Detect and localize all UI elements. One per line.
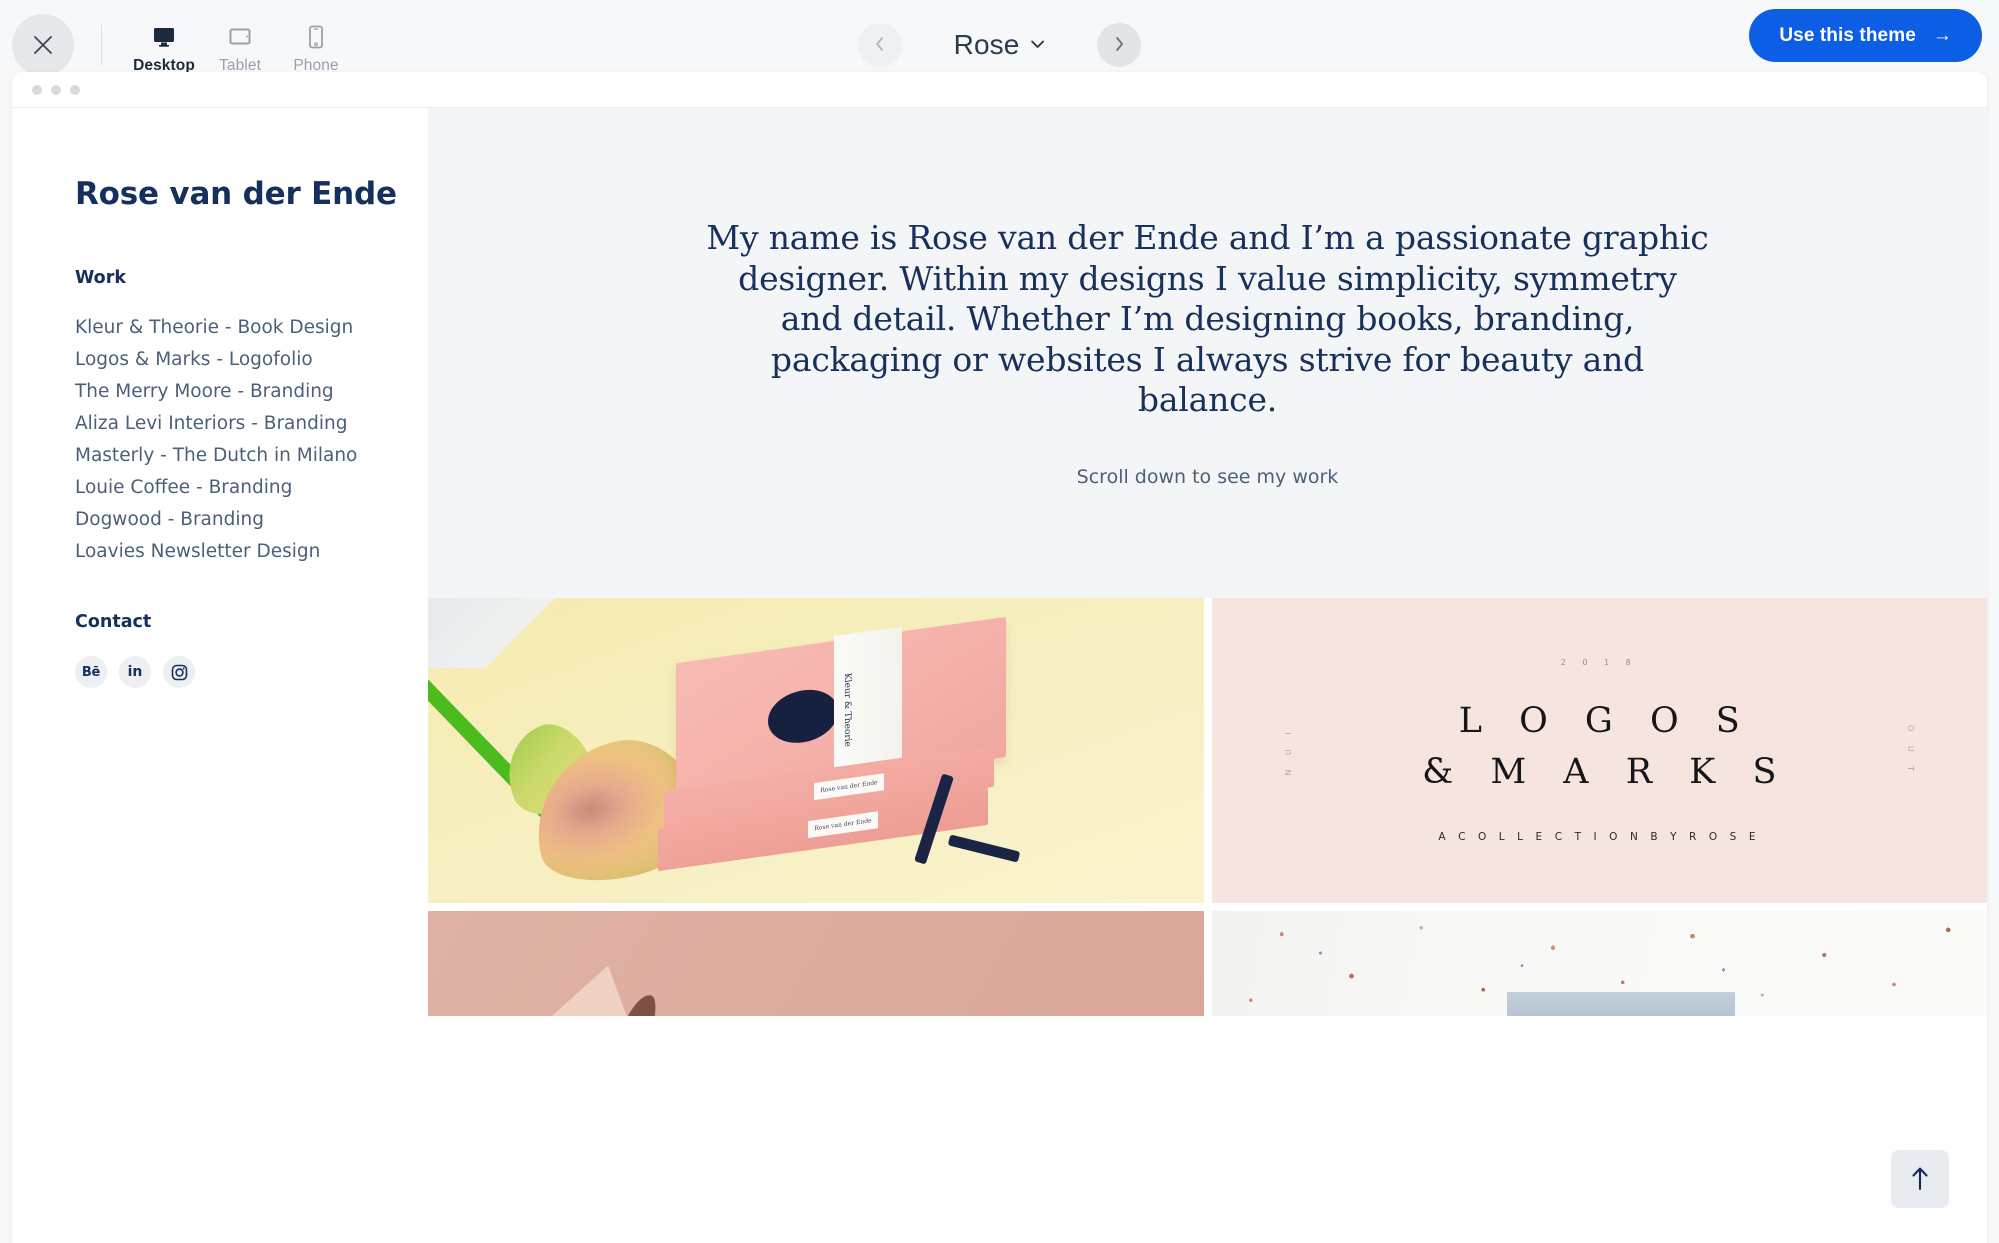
chevron-right-icon [1112, 36, 1126, 55]
sidebar-item-aliza-levi[interactable]: Aliza Levi Interiors - Branding [75, 408, 428, 440]
browser-chrome-bar [12, 72, 1987, 108]
poster-side-text-right: O U T [1906, 724, 1915, 777]
terrazzo-photo [1211, 911, 1987, 1016]
nav-group-heading-contact: Contact [75, 612, 152, 632]
sidebar-item-logos-marks[interactable]: Logos & Marks - Logofolio [75, 344, 428, 376]
poster-year: 2 0 1 8 [1560, 658, 1638, 668]
device-option-tablet[interactable]: Tablet [202, 16, 278, 75]
toolbar-divider [101, 25, 102, 65]
hero-paragraph: My name is Rose van der Ende and I’m a p… [706, 218, 1709, 420]
chrome-dot-close [32, 84, 42, 95]
chevron-down-icon [1030, 36, 1045, 54]
site-main: My name is Rose van der Ende and I’m a p… [428, 108, 1987, 1243]
arrow-right-icon: → [1932, 24, 1952, 46]
sidebar-item-dogwood[interactable]: Dogwood - Branding [75, 504, 428, 536]
close-preview-button[interactable] [12, 14, 74, 76]
gallery-tile-terrazzo[interactable] [1211, 911, 1987, 1016]
gallery-tile-kleur-theorie[interactable]: Kleur & Theorie Rose van der Ende Rose v… [428, 598, 1204, 903]
site-sidebar: Rose van der Ende Work Kleur & Theorie -… [12, 108, 428, 1243]
theme-name-dropdown[interactable]: Rose [902, 29, 1098, 61]
previous-theme-button[interactable] [857, 23, 902, 67]
gallery-tile-leaf-shadow[interactable] [428, 911, 1204, 1016]
poster-subtitle: A C O L L E C T I O N B Y R O S E [1438, 830, 1761, 843]
arrow-up-icon [1910, 1165, 1930, 1194]
theme-preview-window: Rose van der Ende Work Kleur & Theorie -… [12, 72, 1987, 1243]
book-spine-text-middle: Rose van der Ende [820, 779, 878, 795]
book-band-title: Kleur & Theorie [842, 672, 852, 748]
linkedin-label: in [127, 664, 143, 680]
sidebar-item-masterly[interactable]: Masterly - The Dutch in Milano [75, 440, 428, 472]
book-spine-text-bottom: Rose van der Ende [814, 817, 872, 833]
sidebar-item-merry-moore[interactable]: The Merry Moore - Branding [75, 376, 428, 408]
book-spine-label-bottom: Rose van der Ende [808, 811, 878, 839]
chevron-left-icon [873, 36, 887, 55]
site-preview: Rose van der Ende Work Kleur & Theorie -… [12, 108, 1987, 1243]
sidebar-item-kleur-theorie[interactable]: Kleur & Theorie - Book Design [75, 312, 428, 344]
behance-icon[interactable]: Bē [75, 656, 107, 688]
device-option-desktop[interactable]: Desktop [126, 16, 202, 75]
poster-line-two: & M A R K S [1422, 752, 1790, 792]
leaf-shadow-photo [428, 911, 1204, 1016]
work-gallery: Kleur & Theorie Rose van der Ende Rose v… [428, 598, 1987, 1016]
linkedin-icon[interactable]: in [119, 656, 151, 688]
terrazzo-slab [1506, 992, 1735, 1016]
sidebar-item-louie-coffee[interactable]: Louie Coffee - Branding [75, 472, 428, 504]
hero-section: My name is Rose van der Ende and I’m a p… [428, 108, 1987, 598]
poster-line-one: L O G O S [1458, 701, 1753, 742]
poster-side-text-left: N U I [1283, 725, 1293, 776]
instagram-icon[interactable] [163, 656, 195, 688]
device-switcher: Desktop Tablet Phone [126, 16, 354, 75]
work-nav-list: Kleur & Theorie - Book Design Logos & Ma… [75, 312, 428, 568]
social-links: Bē in [75, 656, 428, 688]
chrome-dot-minimize [51, 84, 61, 95]
book-cover-dot [768, 685, 838, 748]
behance-label: Bē [81, 664, 101, 680]
chrome-dot-maximize [70, 84, 80, 95]
close-icon [32, 34, 54, 56]
sidebar-item-loavies[interactable]: Loavies Newsletter Design [75, 536, 428, 568]
device-option-phone[interactable]: Phone [278, 16, 354, 75]
site-title: Rose van der Ende [75, 176, 397, 212]
scroll-to-top-button[interactable] [1891, 1150, 1949, 1208]
books-photo: Kleur & Theorie Rose van der Ende Rose v… [428, 598, 1204, 903]
tablet-icon [228, 20, 252, 54]
photo-corner-backdrop [428, 598, 568, 668]
gallery-tile-logos-marks[interactable]: N U I O U T 2 0 1 8 L O G O S & M A R K … [1211, 598, 1987, 903]
desktop-icon [152, 20, 176, 54]
next-theme-button[interactable] [1097, 23, 1142, 67]
logos-marks-poster: N U I O U T 2 0 1 8 L O G O S & M A R K … [1211, 598, 1987, 903]
scroll-hint: Scroll down to see my work [1076, 465, 1339, 488]
use-theme-label: Use this theme [1779, 24, 1916, 46]
leaf-shadow-shape [519, 941, 749, 1016]
book-spine-label-middle: Rose van der Ende [814, 773, 884, 801]
theme-name-label: Rose [953, 29, 1020, 60]
book-ribbon-tail [947, 834, 1021, 863]
nav-group-heading-work: Work [75, 268, 126, 288]
use-this-theme-button[interactable]: Use this theme → [1749, 9, 1982, 62]
phone-icon [308, 20, 324, 54]
